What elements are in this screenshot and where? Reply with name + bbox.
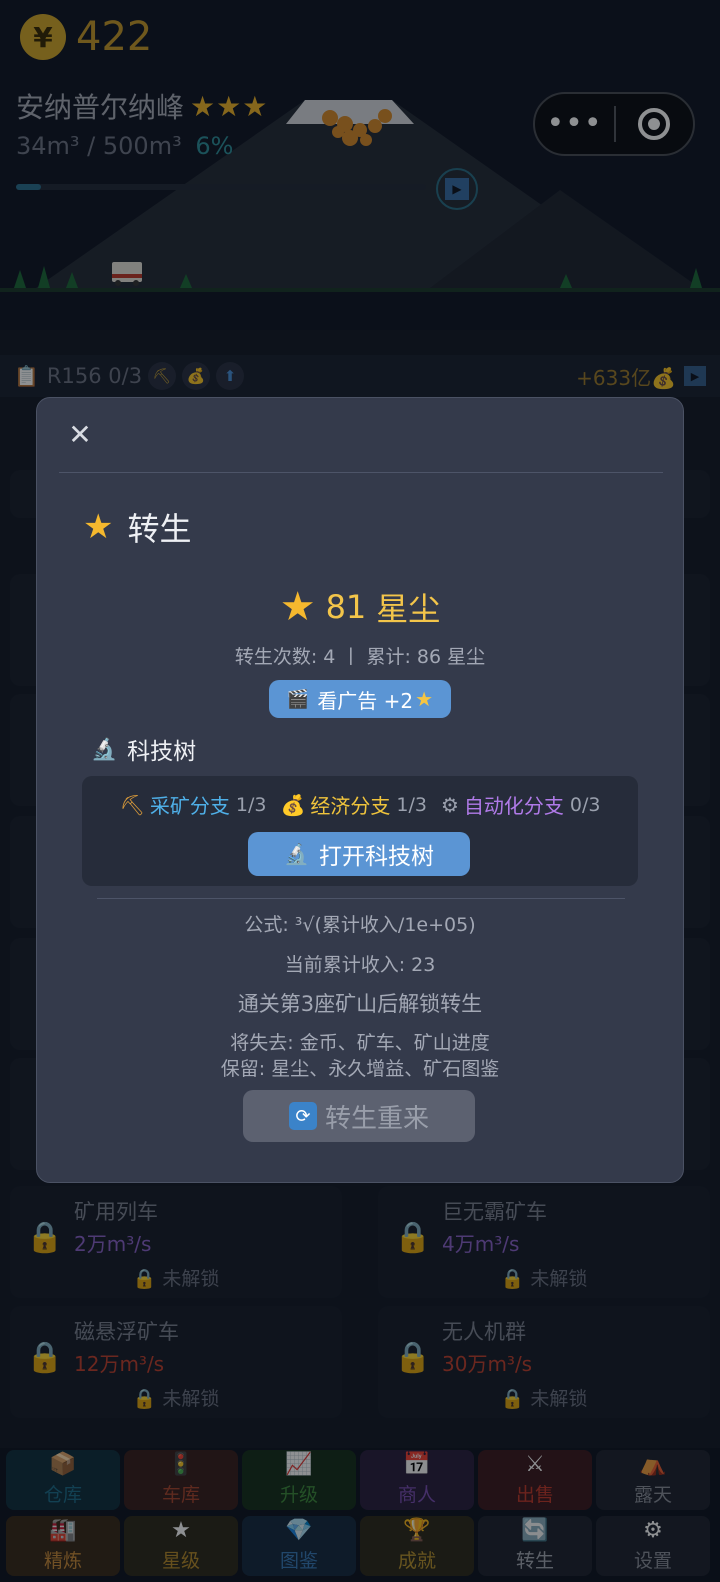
stardust-total: ★ 81 星尘 xyxy=(37,584,683,630)
branch-automation: ⚙ 自动化分支 0/3 xyxy=(441,790,601,819)
refresh-icon: ⟳ xyxy=(288,1102,317,1130)
branch-progress: 1/3 xyxy=(396,793,427,816)
branch-progress: 0/3 xyxy=(569,793,601,816)
rebirth-stats: 转生次数: 4 丨 累计: 86 星尘 xyxy=(234,646,486,668)
branch-progress: 1/3 xyxy=(235,793,267,816)
rebirth-button[interactable]: ⟳ 转生重来 xyxy=(243,1090,475,1142)
branch-economy: 💰 经济分支 1/3 xyxy=(280,790,426,819)
dialog-title-text: 转生 xyxy=(127,510,192,548)
branch-name: 自动化分支 xyxy=(463,794,564,818)
stardust-unit: 星尘 xyxy=(376,590,441,628)
pickaxe-icon: ⛏ xyxy=(119,792,145,817)
watch-ad-button[interactable]: 🎬 看广告 +2 ★ xyxy=(269,680,451,718)
divider xyxy=(97,898,625,899)
current-income-text: 当前累计收入: 23 xyxy=(284,954,436,976)
microscope-icon: 🔬 xyxy=(91,736,118,761)
star-icon: ★ xyxy=(415,687,434,711)
star-icon: ★ xyxy=(83,507,114,547)
close-button[interactable]: ✕ xyxy=(65,420,95,450)
branch-name: 采矿分支 xyxy=(149,794,230,818)
clapperboard-icon: 🎬 xyxy=(286,688,310,710)
divider xyxy=(59,472,663,473)
rebirth-button-label: 转生重来 xyxy=(324,1103,429,1134)
tech-tree-panel: ⛏ 采矿分支 1/3 💰 经济分支 1/3 ⚙ 自动化分支 0/3 🔬 打开科技… xyxy=(82,776,638,886)
dialog-title: ★ 转生 xyxy=(83,504,192,550)
money-bag-icon: 💰 xyxy=(280,792,306,817)
formula-text: 公式: ³√(累计收入/1e+05) xyxy=(244,914,476,936)
tech-tree-heading: 🔬 科技树 xyxy=(91,732,196,766)
star-icon: ★ xyxy=(279,584,316,630)
microscope-icon: 🔬 xyxy=(284,842,309,866)
branch-mining: ⛏ 采矿分支 1/3 xyxy=(120,790,267,819)
rebirth-dialog: ✕ ★ 转生 ★ 81 星尘 转生次数: 4 丨 累计: 86 星尘 🎬 看广告… xyxy=(36,397,684,1183)
gear-icon: ⚙ xyxy=(440,792,459,817)
open-tech-tree-label: 打开科技树 xyxy=(318,844,434,870)
watch-ad-label: 看广告 +2 xyxy=(317,688,414,713)
keep-text: 保留: 星尘、永久增益、矿石图鉴 xyxy=(220,1058,500,1080)
open-tech-tree-button[interactable]: 🔬 打开科技树 xyxy=(248,832,470,876)
stardust-value: 81 xyxy=(325,588,367,626)
branch-list: ⛏ 采矿分支 1/3 💰 经济分支 1/3 ⚙ 自动化分支 0/3 xyxy=(82,790,638,819)
lose-text: 将失去: 金币、矿车、矿山进度 xyxy=(230,1032,490,1054)
branch-name: 经济分支 xyxy=(310,794,391,818)
tech-tree-title: 科技树 xyxy=(127,739,197,765)
unlock-hint-text: 通关第3座矿山后解锁转生 xyxy=(237,992,483,1016)
